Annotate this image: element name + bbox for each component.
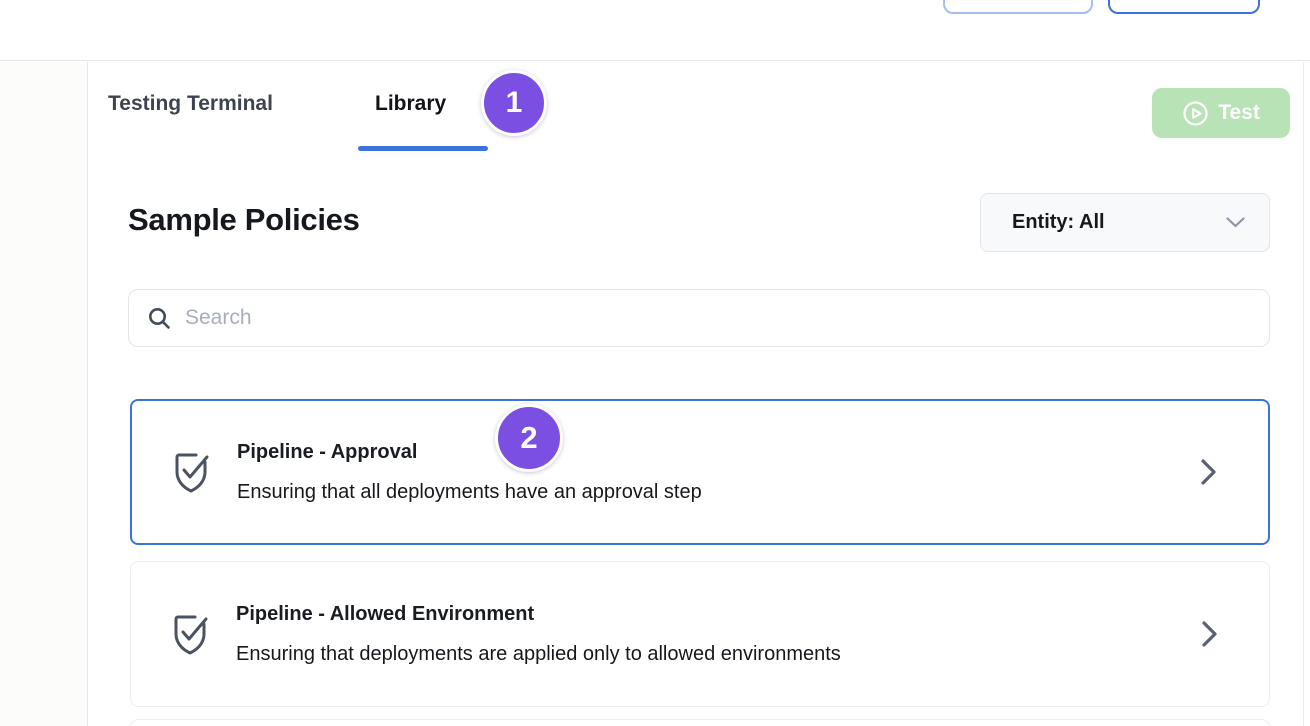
- shield-check-icon: [169, 448, 213, 496]
- page-title: Sample Policies: [128, 202, 360, 238]
- chevron-down-icon: [1226, 217, 1245, 228]
- test-button-label: Test: [1218, 101, 1260, 125]
- play-circle-icon: [1182, 100, 1209, 127]
- policy-description: Ensuring that deployments are applied on…: [236, 643, 1199, 666]
- search-bar: [128, 289, 1270, 347]
- right-panel-divider: [1303, 62, 1304, 726]
- save-button-label: Save: [1005, 0, 1052, 6]
- annotation-step-badge-1: 1: [481, 70, 547, 136]
- policy-card-text: Pipeline - Allowed Environment Ensuring …: [236, 603, 1199, 666]
- shield-check-icon: [168, 610, 212, 658]
- top-action-bar: + Save Discard: [0, 0, 1310, 61]
- active-tab-underline: [358, 146, 488, 151]
- policy-card-pipeline-approval[interactable]: Pipeline - Approval Ensuring that all de…: [130, 399, 1270, 545]
- discard-button[interactable]: Discard: [1108, 0, 1260, 14]
- search-icon: [147, 306, 172, 331]
- policy-title: Pipeline - Allowed Environment: [236, 603, 1199, 626]
- policy-card-partial[interactable]: [130, 719, 1270, 726]
- save-button[interactable]: + Save: [943, 0, 1093, 14]
- app-screen: + Save Discard Testing Terminal Library …: [0, 0, 1310, 726]
- discard-button-label: Discard: [1147, 0, 1220, 6]
- chevron-right-icon: [1199, 620, 1221, 648]
- annotation-step-badge-2: 2: [495, 404, 563, 472]
- search-input[interactable]: [185, 306, 1251, 330]
- entity-filter-value: Entity: All: [1012, 211, 1226, 234]
- plus-icon: +: [985, 0, 998, 5]
- policy-card-pipeline-allowed-environment[interactable]: Pipeline - Allowed Environment Ensuring …: [130, 561, 1270, 707]
- policy-description: Ensuring that all deployments have an ap…: [237, 481, 1198, 504]
- policy-title: Pipeline - Approval: [237, 441, 1198, 464]
- left-sidebar: [0, 62, 88, 726]
- policy-card-text: Pipeline - Approval Ensuring that all de…: [237, 441, 1198, 504]
- chevron-right-icon: [1198, 458, 1220, 486]
- entity-filter-dropdown[interactable]: Entity: All: [980, 193, 1270, 252]
- tab-library[interactable]: Library: [375, 92, 446, 116]
- tab-testing-terminal[interactable]: Testing Terminal: [108, 92, 273, 116]
- test-button[interactable]: Test: [1152, 88, 1290, 138]
